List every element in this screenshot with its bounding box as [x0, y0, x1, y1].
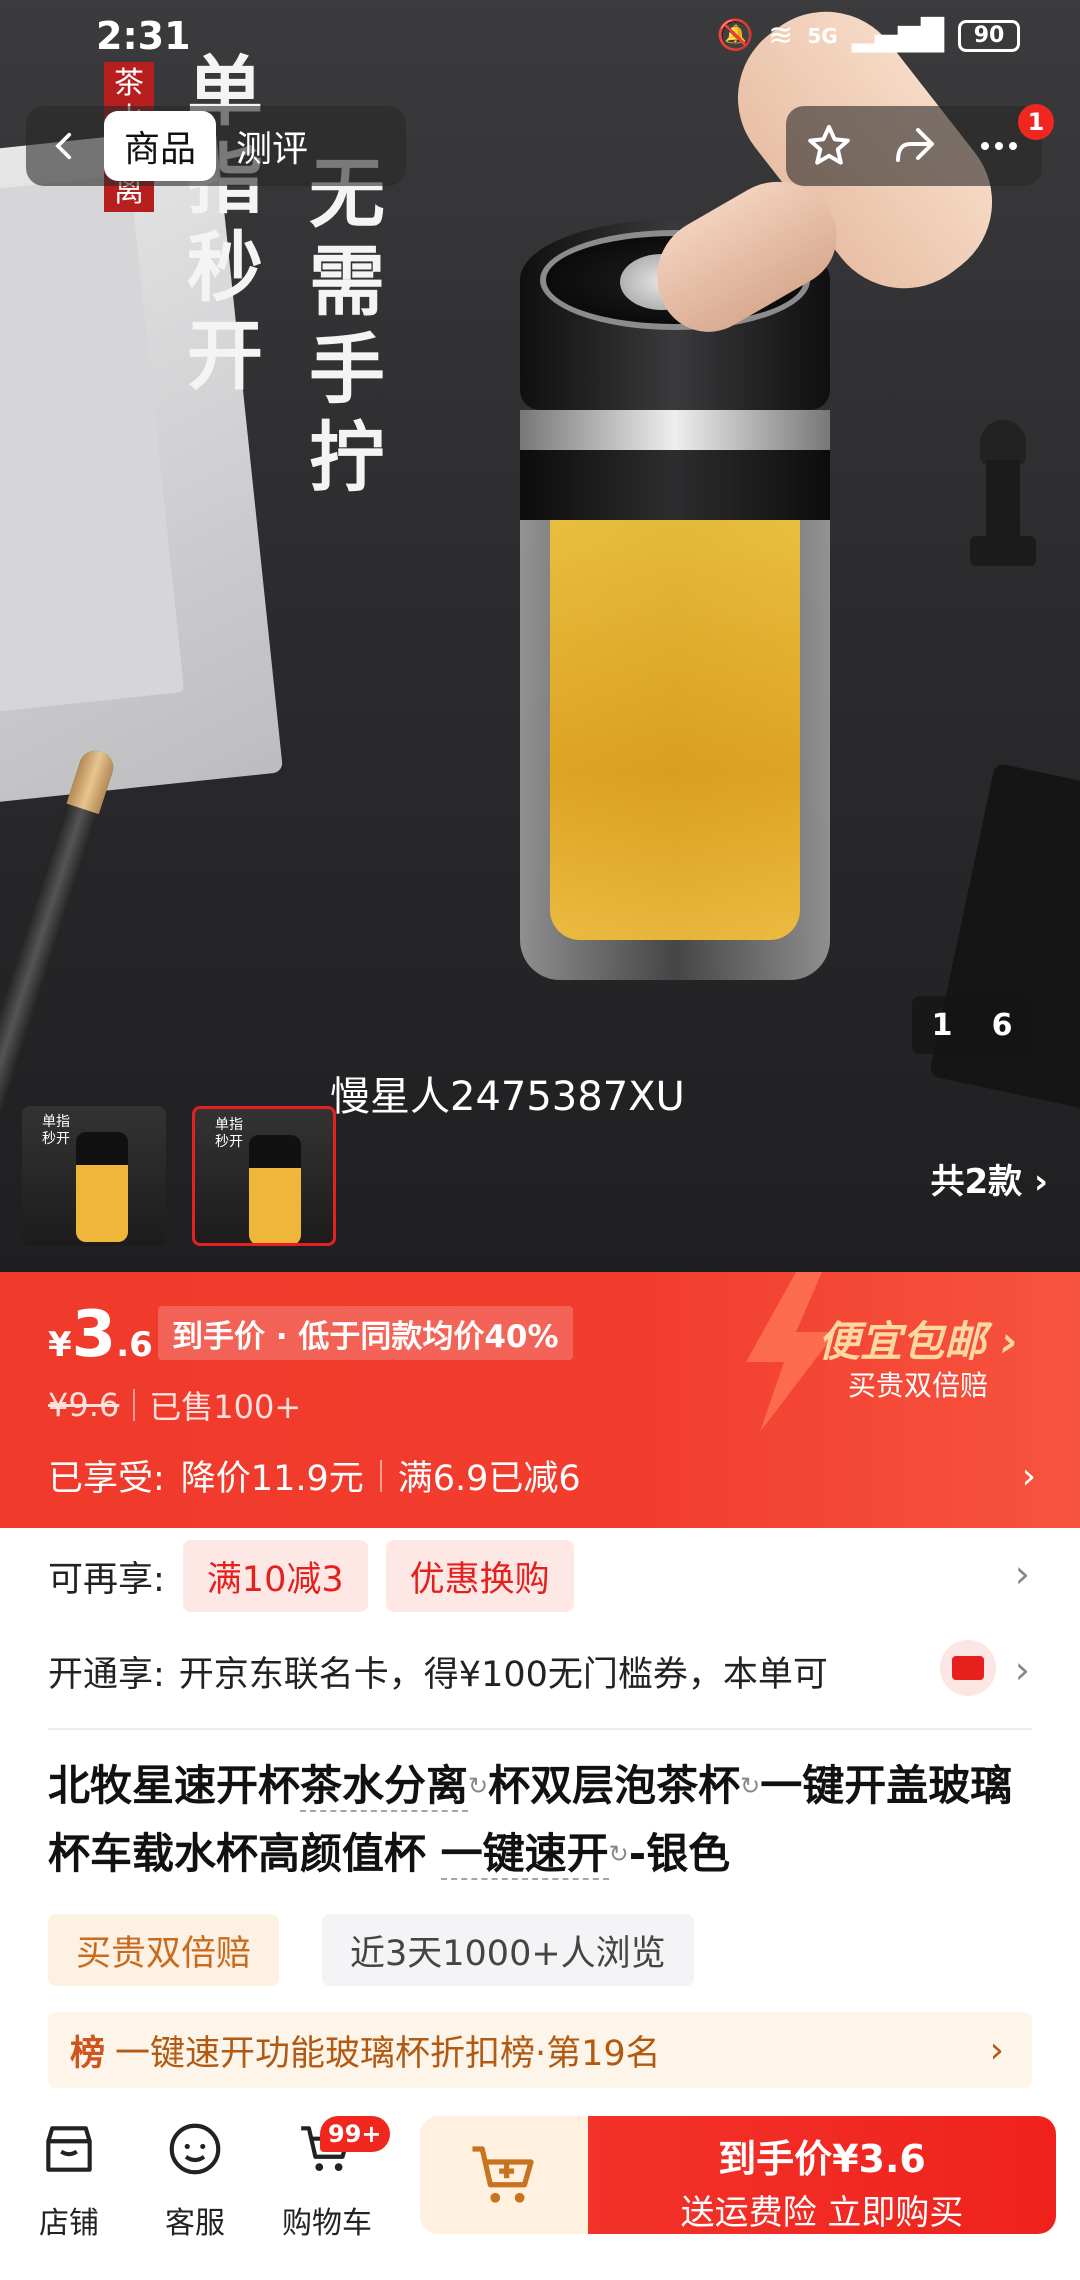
double-compensation-label: 买贵双倍赔 — [848, 1369, 989, 1402]
signal-icon: ▂▄▆█ — [851, 18, 944, 53]
chevron-right-icon: › — [1021, 1456, 1036, 1497]
keyword-link[interactable]: 茶水分离 — [300, 1761, 469, 1812]
counter-total: 6 — [991, 1007, 1013, 1043]
chevron-right-icon: › — [1014, 1648, 1030, 1692]
final-price: ¥3.6 — [48, 1298, 153, 1372]
chevron-right-icon: › — [1014, 1552, 1030, 1596]
notification-badge: 1 — [1018, 104, 1054, 140]
bottom-action-bar: 店铺 客服 购物车 99+ 到手价¥3.6 送运费险 立即购买 — [0, 2100, 1080, 2280]
guarantee-tag: 买贵双倍赔 — [48, 1914, 280, 1986]
more-icon — [981, 142, 1018, 150]
slogan-col-1: 单指秒开 — [187, 47, 263, 400]
divider — [48, 1728, 1032, 1730]
sold-count: 已售100+ — [149, 1388, 302, 1426]
credit-card-icon — [940, 1640, 996, 1696]
coupon-1[interactable]: 满10减3 — [182, 1540, 368, 1612]
free-shipping-promo[interactable]: 便宜包邮 › — [818, 1308, 1018, 1369]
chess-piece-illustration — [970, 420, 1040, 570]
chevron-right-icon: › — [989, 2029, 1004, 2071]
card-offer-row[interactable]: 开通享: 开京东联名卡，得¥100无门槛券，本单可 — [48, 1646, 918, 1697]
slogan-col-2: 无需手拧 — [309, 149, 385, 502]
card-label: 开通享: — [48, 1655, 165, 1695]
back-button[interactable] — [26, 106, 104, 186]
rank-badge: 榜 — [70, 2033, 106, 2074]
buy-action-label: 送运费险 立即购买 — [680, 2193, 964, 2233]
add-to-cart-button[interactable] — [420, 2116, 590, 2234]
more-offers-row[interactable]: 可再享: 满10减3 优惠换购 — [48, 1540, 574, 1612]
price-note: 到手价 · 低于同款均价40% — [158, 1306, 573, 1360]
share-button[interactable] — [879, 111, 949, 181]
shop-button[interactable]: 店铺 — [14, 2118, 124, 2242]
counter-current: 1 — [931, 1007, 953, 1043]
product-title: 北牧星速开杯茶水分离↻杯双层泡茶杯↻一键开盖玻璃杯车载水杯高颜值杯 一键速开↻-… — [48, 1761, 1013, 1880]
mute-icon: 🔕 — [716, 18, 755, 53]
ranking-banner[interactable]: 榜 一键速开功能玻璃杯折扣榜·第19名 › — [48, 2012, 1032, 2088]
star-icon — [807, 125, 850, 165]
price-banner: ¥3.6 到手价 · 低于同款均价40% 便宜包邮 › 买贵双倍赔 ¥9.6 已… — [0, 1272, 1080, 1528]
variant-thumbnail-1[interactable]: 单指秒开 — [22, 1106, 166, 1246]
buy-now-button[interactable]: 到手价¥3.6 送运费险 立即购买 — [588, 2116, 1056, 2234]
share-icon — [895, 128, 934, 162]
keyword-link[interactable]: 一键速开 — [440, 1829, 609, 1880]
chevron-left-icon — [55, 132, 72, 160]
chat-icon — [169, 2123, 221, 2175]
cart-count-badge: 99+ — [320, 2116, 390, 2152]
product-page: 茶水分离 单指秒开 无需手拧 1 6 慢星人2475387XU 单指秒开 单指秒… — [0, 0, 1080, 2280]
wifi-icon: ≋ — [768, 18, 794, 53]
customer-service-button[interactable]: 客服 — [140, 2118, 250, 2242]
rank-text: 一键速开功能玻璃杯折扣榜·第19名 — [115, 2033, 661, 2074]
product-image-carousel[interactable]: 茶水分离 单指秒开 无需手拧 1 6 慢星人2475387XU 单指秒开 单指秒… — [0, 0, 1080, 1272]
original-price-row: ¥9.6 已售100+ — [48, 1382, 301, 1428]
discount-2: 满6.9已减6 — [397, 1459, 581, 1499]
battery-icon: 90 — [958, 19, 1020, 52]
variant-thumbnail-2[interactable]: 单指秒开 — [192, 1106, 336, 1246]
status-icons: 🔕 ≋ 5G ▂▄▆█ 90 — [717, 18, 1020, 53]
notebook-illustration — [928, 762, 1080, 1118]
add-cart-icon — [472, 2146, 534, 2203]
shop-icon — [46, 2126, 92, 2172]
discount-1: 降价11.9元 — [180, 1459, 364, 1499]
card-text: 开京东联名卡，得¥100无门槛券，本单可 — [178, 1655, 828, 1695]
enjoyed-label: 已享受: — [48, 1459, 165, 1499]
favorite-button[interactable] — [794, 111, 864, 181]
original-price: ¥9.6 — [48, 1386, 120, 1424]
offers-label: 可再享: — [48, 1559, 165, 1600]
watermark-text: 慢星人2475387XU — [330, 1074, 685, 1120]
buy-price-label: 到手价¥3.6 — [718, 2137, 926, 2181]
variants-link[interactable]: 共2款 › — [930, 1154, 1048, 1203]
tab-product[interactable]: 商品 — [104, 111, 217, 181]
views-tag: 近3天1000+人浏览 — [322, 1914, 694, 1986]
top-nav-right — [786, 106, 1042, 186]
top-nav-left: 商品 测评 — [26, 106, 406, 186]
network-label: 5G — [807, 23, 838, 48]
image-counter: 1 6 — [912, 996, 1032, 1054]
coupon-2[interactable]: 优惠换购 — [385, 1540, 574, 1612]
tab-review[interactable]: 测评 — [216, 111, 328, 181]
status-time: 2:31 — [96, 14, 191, 58]
discount-row[interactable]: 已享受: 降价11.9元 满6.9已减6 — [48, 1450, 581, 1501]
